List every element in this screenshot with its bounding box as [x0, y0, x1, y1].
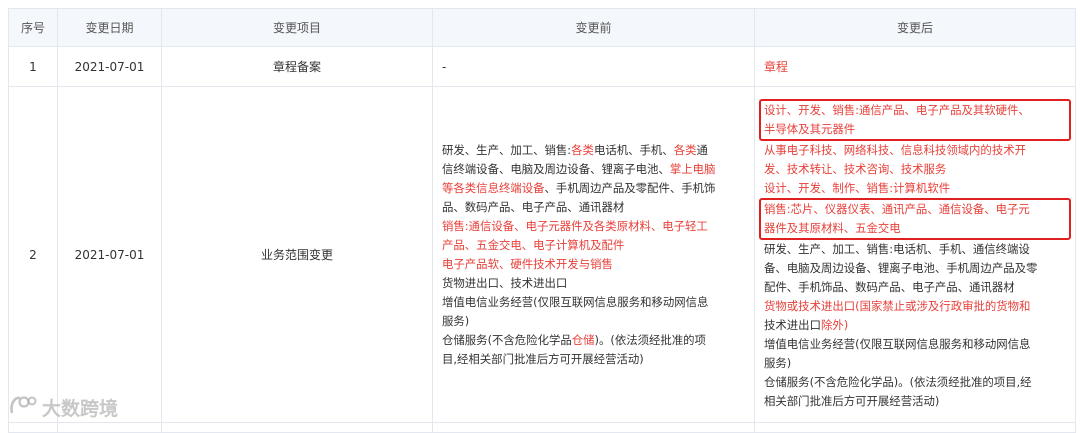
highlight-box-2: 销售:芯片、仪器仪表、通讯产品、通信设备、电子元 器件及其原材料、五金交电 [759, 197, 1071, 240]
header-after: 变更后 [754, 8, 1076, 47]
table-row-partial [8, 422, 1076, 433]
row-date: 2021-07-01 [57, 86, 162, 423]
row-after: 章程 [754, 46, 1076, 87]
change-record-table: 序号 变更日期 变更项目 变更前 变更后 1 2021-07-01 章程备案 -… [8, 8, 1076, 433]
row-item: 章程备案 [161, 46, 433, 87]
row-after: 设计、开发、销售:通信产品、电子产品及其软硬件、 半导体及其元器件 从事电子科技… [754, 86, 1076, 423]
row-index: 1 [8, 46, 58, 87]
row-index: 2 [8, 86, 58, 423]
before-scope-text: 研发、生产、加工、销售:各类电话机、手机、各类通 信终端设备、电脑及周边设备、锂… [442, 142, 716, 366]
row-before: 研发、生产、加工、销售:各类电话机、手机、各类通 信终端设备、电脑及周边设备、锂… [432, 86, 755, 423]
watermark-logo-icon [8, 393, 38, 422]
header-item: 变更项目 [161, 8, 433, 47]
table-row: 2 2021-07-01 业务范围变更 研发、生产、加工、销售:各类电话机、手机… [8, 86, 1076, 423]
highlight-box-1: 设计、开发、销售:通信产品、电子产品及其软硬件、 半导体及其元器件 [759, 98, 1071, 141]
table-header-row: 序号 变更日期 变更项目 变更前 变更后 [8, 8, 1076, 47]
header-before: 变更前 [432, 8, 755, 47]
row-before: - [432, 46, 755, 87]
table-row: 1 2021-07-01 章程备案 - 章程 [8, 46, 1076, 87]
watermark: 大数跨境 [8, 393, 118, 422]
row-date: 2021-07-01 [57, 46, 162, 87]
header-index: 序号 [8, 8, 58, 47]
watermark-text: 大数跨境 [42, 398, 119, 420]
row-item: 业务范围变更 [161, 86, 433, 423]
after-scope-text: 设计、开发、销售:通信产品、电子产品及其软硬件、 半导体及其元器件 从事电子科技… [759, 98, 1071, 411]
header-date: 变更日期 [57, 8, 162, 47]
